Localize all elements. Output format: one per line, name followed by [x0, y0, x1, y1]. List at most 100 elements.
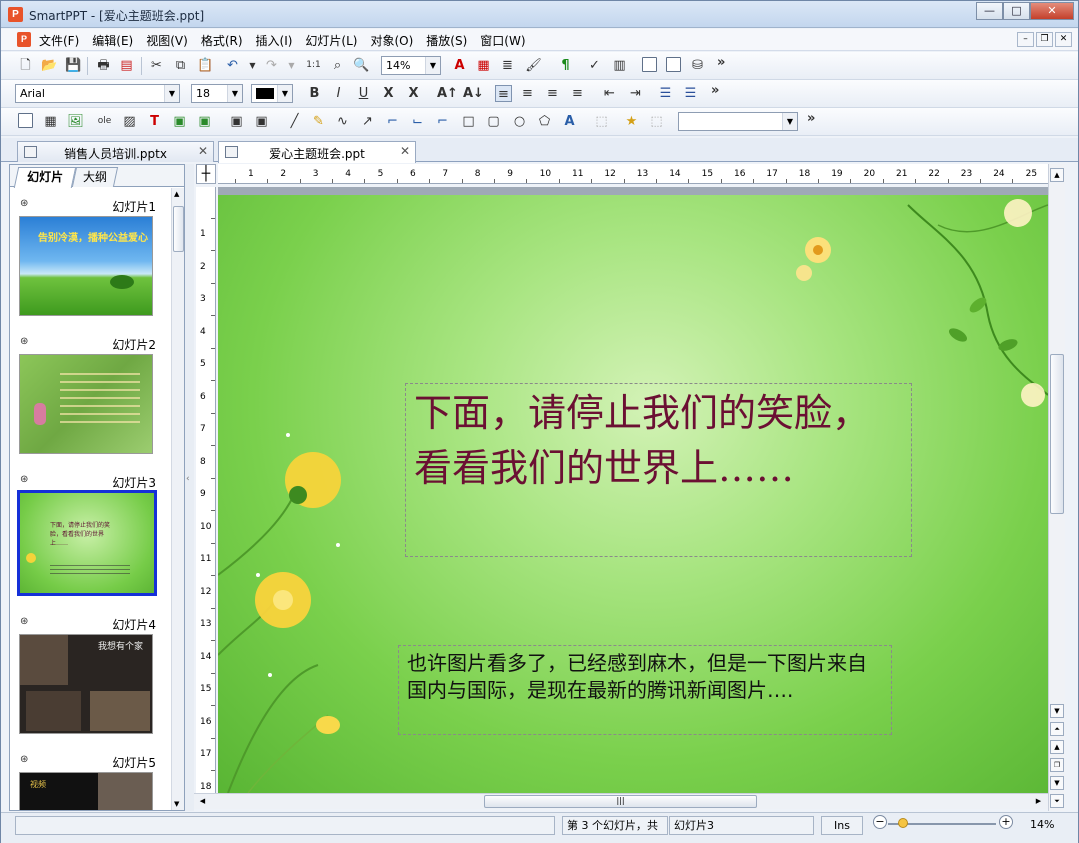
mdi-close-button[interactable]: ✕ [1055, 32, 1072, 47]
shapes-icon[interactable]: ⬠ [536, 113, 553, 130]
toolbar-more-button[interactable]: » [717, 55, 725, 70]
step-connector-icon[interactable]: ⌐ [434, 113, 451, 130]
font-color-select[interactable]: ▼ [251, 84, 293, 103]
text-box-icon[interactable]: A [451, 57, 468, 74]
redo-icon[interactable]: ↷ [263, 57, 280, 74]
wordart-icon[interactable]: A [561, 113, 578, 130]
mdi-restore-button[interactable]: ❐ [1036, 32, 1053, 47]
italic-button[interactable]: I [330, 85, 347, 102]
insert-footer-icon[interactable]: ▣ [196, 113, 213, 130]
object-style-select[interactable]: ▼ [678, 112, 798, 131]
actual-size-icon[interactable]: 1:1 [305, 57, 322, 74]
group-icon[interactable]: ⬚ [593, 113, 610, 130]
hat-icon[interactable]: ⛁ [689, 57, 706, 74]
chevron-down-icon[interactable]: ▼ [425, 57, 440, 74]
select-object-icon[interactable]: ⬚ [648, 113, 665, 130]
undo-icon[interactable]: ↶ [224, 57, 241, 74]
insert-picture-icon[interactable]: 🖼 [67, 113, 84, 130]
bulleted-list-icon[interactable]: ☰ [682, 85, 699, 102]
font-name-select[interactable]: Arial ▼ [15, 84, 180, 103]
mdi-minimize-button[interactable]: – [1017, 32, 1034, 47]
document-icon[interactable]: P [17, 32, 31, 47]
align-center-icon[interactable]: ≡ [519, 85, 536, 102]
insert-frame-icon[interactable] [17, 113, 34, 130]
scroll-left-icon[interactable]: ◀ [196, 795, 209, 808]
slide-thumbnail-1[interactable]: ⊛ 幻灯片1 告别冷漠，播种公益爱心 [18, 198, 158, 316]
tab-close-icon[interactable]: ✕ [198, 144, 208, 158]
menu-format[interactable]: 格式(R) [201, 32, 243, 49]
paragraph-mark-icon[interactable]: ¶ [557, 57, 574, 74]
ellipse-icon[interactable]: ○ [511, 113, 528, 130]
insert-table-frame-icon[interactable]: ▦ [42, 113, 59, 130]
zoom-slider-handle[interactable] [898, 818, 908, 828]
vertical-ruler[interactable]: 1 2 3 4 5 6 7 8 9 10 11 12 13 14 15 16 17 18 [196, 187, 216, 793]
spell-check-icon[interactable]: ✓ [586, 57, 603, 74]
slide-thumbnail-4[interactable]: ⊛ 幻灯片4 我想有个家 [18, 616, 158, 734]
numbered-list-icon[interactable]: ☰ [657, 85, 674, 102]
zoom-out-button[interactable]: − [873, 815, 887, 829]
minimize-button[interactable]: — [976, 2, 1003, 20]
previous-slide-icon[interactable]: ▲ [1050, 740, 1064, 754]
statistics-icon[interactable]: ▥ [611, 57, 628, 74]
redo-dropdown-icon[interactable]: ▼ [283, 57, 300, 74]
toolbar-more-button[interactable]: » [807, 111, 815, 126]
insert-table-icon[interactable]: ▦ [475, 57, 492, 74]
align-left-icon[interactable]: ≡ [495, 85, 512, 102]
undo-dropdown-icon[interactable]: ▼ [244, 57, 261, 74]
ruler-corner[interactable]: ┼ [196, 164, 216, 184]
scrollbar-thumb[interactable] [1050, 354, 1064, 514]
horizontal-ruler[interactable]: 1 2 3 4 5 6 7 8 9 10 11 12 13 14 15 16 17 18 19 20 21 22 23 24 2… [218, 164, 1048, 184]
zoom-in-button[interactable]: + [999, 815, 1013, 829]
export-pdf-icon[interactable]: ▤ [118, 57, 135, 74]
menu-insert[interactable]: 插入(I) [256, 32, 293, 49]
zoom-icon[interactable]: 🔍 [353, 57, 370, 74]
title-textbox[interactable]: 下面，请停止我们的笑脸，看看我们的世界上…… [405, 383, 912, 557]
chevron-down-icon[interactable]: ▼ [164, 85, 179, 102]
menu-edit[interactable]: 编辑(E) [92, 32, 133, 49]
arrow-icon[interactable]: ↗ [359, 113, 376, 130]
align-right-icon[interactable]: ≡ [544, 85, 561, 102]
connector-icon[interactable]: ⌐ [384, 113, 401, 130]
insert-header-icon[interactable]: ▣ [171, 113, 188, 130]
star-icon[interactable]: ★ [623, 113, 640, 130]
bold-button[interactable]: B [306, 85, 323, 102]
scrollbar-thumb[interactable]: ||| [484, 795, 757, 808]
menu-object[interactable]: 对象(O) [370, 32, 413, 49]
menu-window[interactable]: 窗口(W) [480, 32, 525, 49]
format-painter-icon[interactable]: 🖌 [525, 57, 542, 74]
pane-splitter[interactable]: ‹ [185, 164, 194, 811]
menu-view[interactable]: 视图(V) [146, 32, 188, 49]
menu-slide[interactable]: 幻灯片(L) [305, 32, 357, 49]
title-bar[interactable]: P SmartPPT - [爱心主题班会.ppt] — □ ✕ [1, 1, 1078, 28]
slide-list-icon[interactable]: ❐ [1050, 758, 1064, 772]
rectangle-icon[interactable]: □ [460, 113, 477, 130]
slide-3[interactable]: 下面，请停止我们的笑脸，看看我们的世界上…… 也许图片看多了，已经感到麻木，但是… [218, 195, 1048, 793]
save-icon[interactable]: 💾 [65, 57, 82, 74]
insert-ole-icon[interactable]: ole [96, 113, 113, 130]
splitter-handle-icon[interactable]: ‹ [186, 474, 190, 484]
print-icon[interactable]: 🖶 [95, 57, 112, 74]
body-textbox[interactable]: 也许图片看多了，已经感到麻木，但是一下图片来自国内与国际，是现在最新的腾讯新闻图… [398, 645, 892, 735]
new-document-icon[interactable]: 🗋 [17, 57, 34, 74]
scrollbar-thumb[interactable] [173, 206, 184, 252]
insert-mode-indicator[interactable]: Ins [821, 816, 863, 835]
chevron-down-icon[interactable]: ▼ [227, 85, 242, 102]
tab-close-icon[interactable]: ✕ [400, 144, 410, 158]
insert-text-icon[interactable]: T [146, 113, 163, 130]
menu-file[interactable]: 文件(F) [39, 32, 79, 49]
paste-icon[interactable]: 📋 [197, 57, 214, 74]
clear-format-button[interactable]: X [405, 85, 422, 102]
decrease-indent-icon[interactable]: ⇤ [601, 85, 618, 102]
grow-font-icon[interactable]: A↑ [437, 85, 458, 102]
shrink-font-icon[interactable]: A↓ [463, 85, 484, 102]
underline-button[interactable]: U [355, 85, 372, 102]
open-folder-icon[interactable]: 📂 [41, 57, 58, 74]
properties-icon[interactable] [665, 57, 682, 74]
scroll-down-icon[interactable]: ▼ [174, 800, 179, 808]
slide-thumbnail-3[interactable]: ⊛ 幻灯片3 下面，请停止我们的笑脸，看看我们的世界上…… [17, 474, 158, 596]
last-slide-icon[interactable]: ⏷ [1050, 794, 1064, 808]
justify-icon[interactable]: ≡ [569, 85, 586, 102]
font-size-select[interactable]: 18 ▼ [191, 84, 243, 103]
slides-pane-scrollbar[interactable]: ▲ ▼ [171, 188, 184, 810]
curve-icon[interactable]: ∿ [334, 113, 351, 130]
